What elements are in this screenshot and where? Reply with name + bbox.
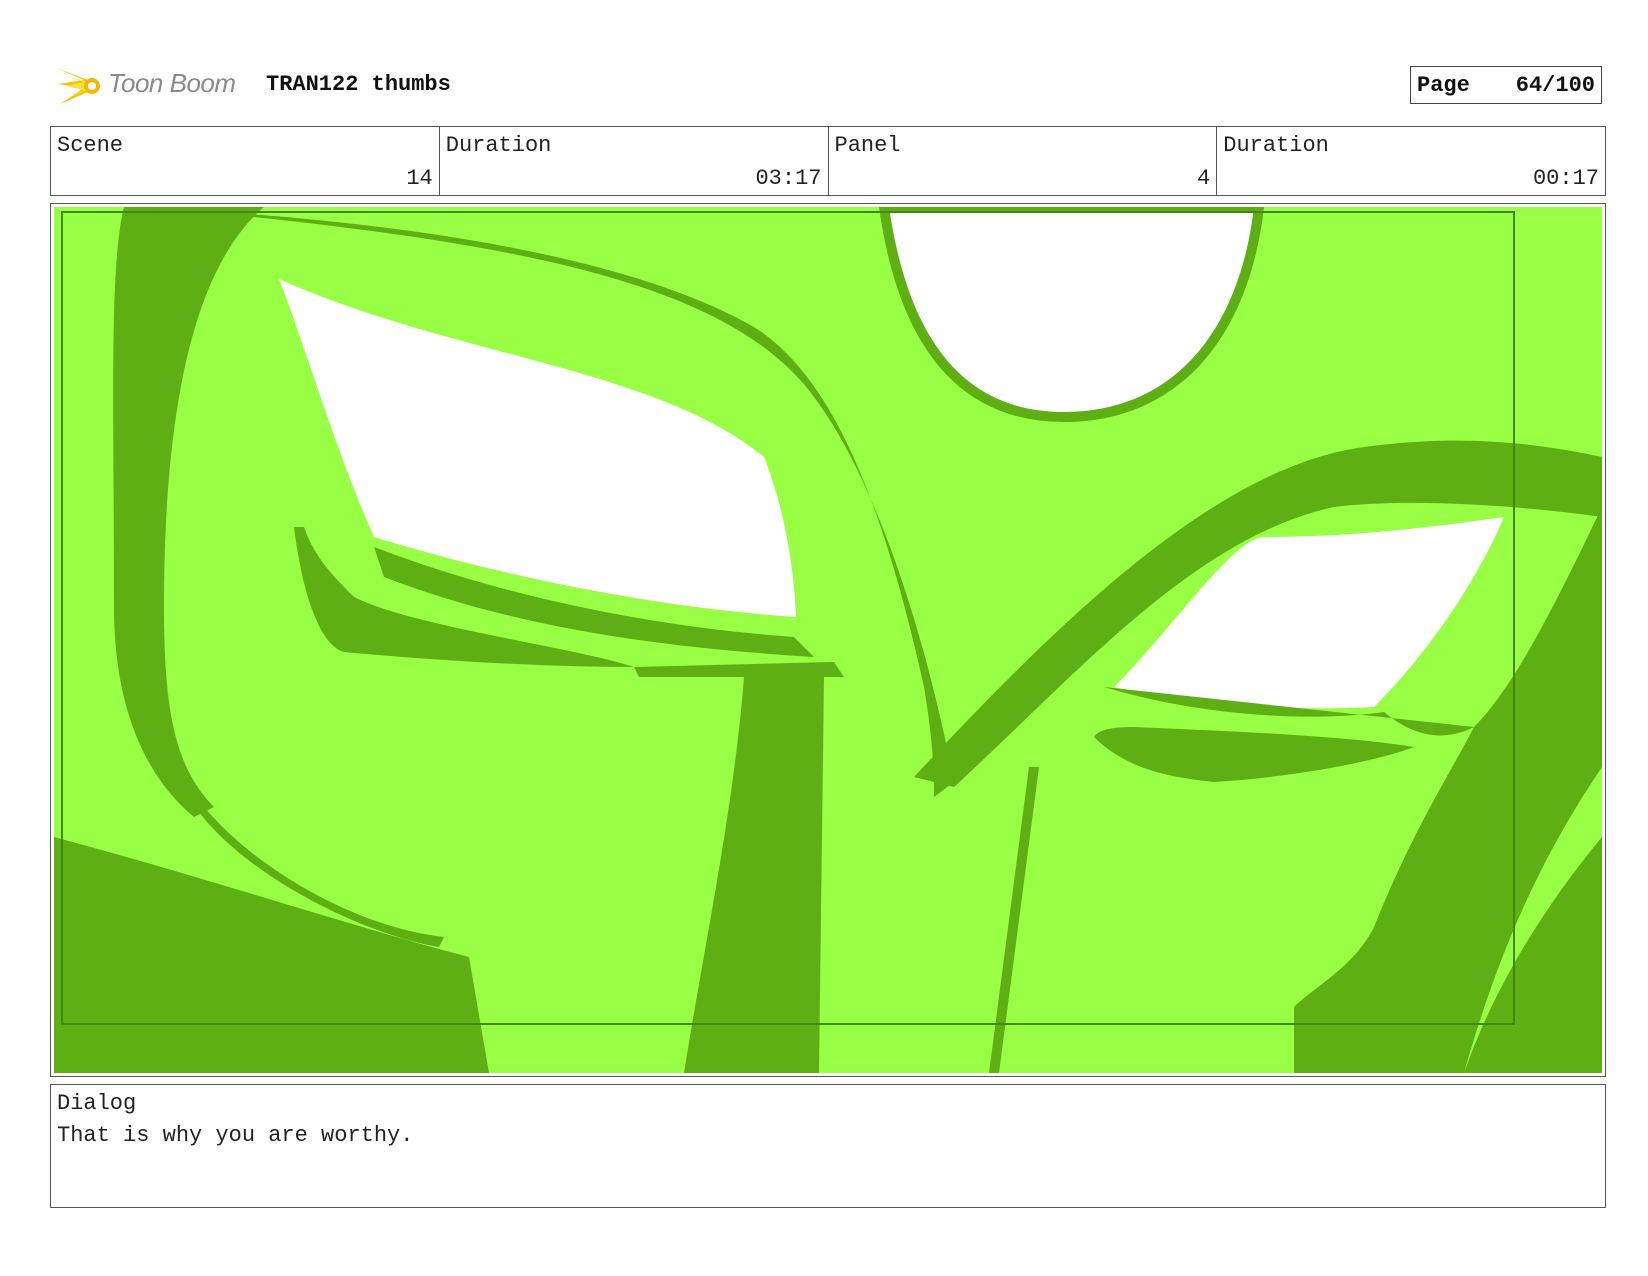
page-label: Page xyxy=(1417,72,1470,98)
dialog-text: That is why you are worthy. xyxy=(57,1123,414,1148)
page-number: 64/100 xyxy=(1515,72,1595,98)
scene-value: 14 xyxy=(406,166,433,191)
panel-info-row: Scene 14 Duration 03:17 Panel 4 Duration… xyxy=(50,126,1606,196)
panel-duration-value: 00:17 xyxy=(1532,166,1599,191)
dialog-label: Dialog xyxy=(57,1091,137,1116)
panel-duration-label: Duration xyxy=(1223,133,1329,158)
scene-duration-label: Duration xyxy=(445,133,552,158)
scene-duration-value: 03:17 xyxy=(755,166,822,191)
scene-label: Scene xyxy=(57,133,124,158)
storyboard-drawing xyxy=(54,207,1602,1073)
dialog-box: Dialog That is why you are worthy. xyxy=(50,1084,1606,1208)
panel-label: Panel xyxy=(834,133,901,158)
storyboard-panel-image xyxy=(50,203,1606,1077)
panel-cell: Panel 4 xyxy=(829,127,1218,195)
panel-value: 4 xyxy=(1197,166,1211,191)
brand-name: Toon Boom xyxy=(108,68,236,98)
panel-duration-cell: Duration 00:17 xyxy=(1217,127,1605,195)
scene-duration-cell: Duration 03:17 xyxy=(440,127,829,195)
toon-boom-logo-icon xyxy=(56,68,100,104)
page-header: Toon Boom TRAN122 thumbs Page 64/100 xyxy=(50,56,1610,112)
scene-cell: Scene 14 xyxy=(51,127,440,195)
document-title: TRAN122 thumbs xyxy=(266,72,451,97)
page-indicator: Page 64/100 xyxy=(1410,66,1602,104)
